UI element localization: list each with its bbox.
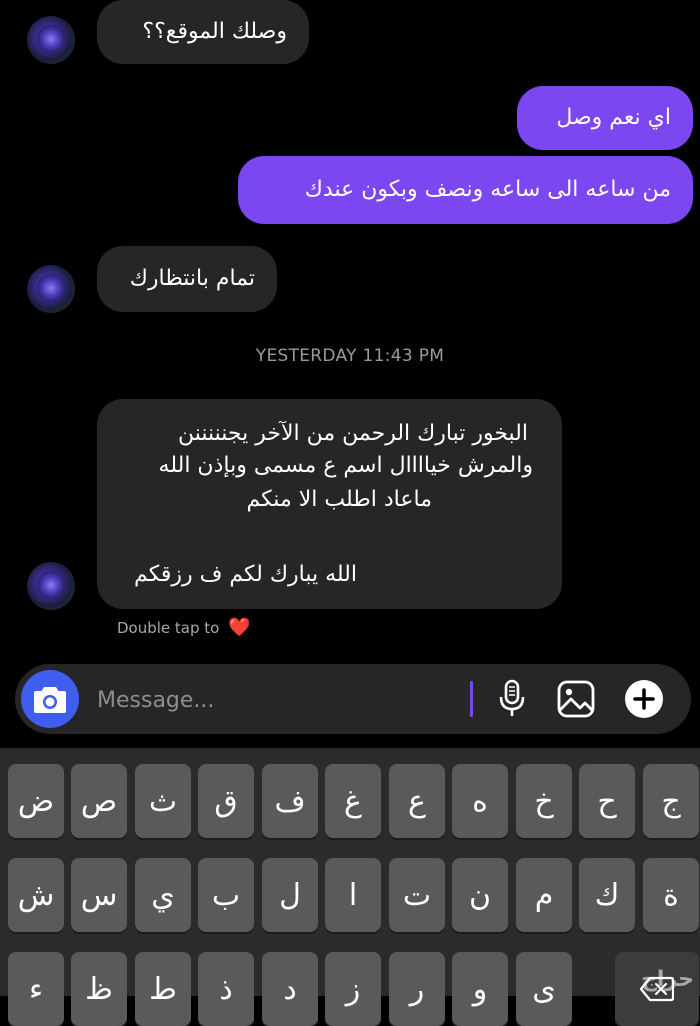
- keyboard-key[interactable]: ى: [516, 952, 572, 1026]
- keyboard-key[interactable]: س: [71, 858, 127, 932]
- microphone-icon: [499, 679, 525, 716]
- keyboard-key[interactable]: ف: [262, 764, 318, 838]
- message-input[interactable]: [95, 682, 459, 718]
- message-bubble-outgoing[interactable]: من ساعه الى ساعه ونصف وبكون عندك: [238, 156, 693, 224]
- plus-circle-icon: [625, 680, 663, 718]
- arabic-keyboard: ض ص ث ق ف غ ع ه خ ح ج ش س ي ب ل ا ت ن م …: [0, 748, 700, 1026]
- image-icon: [557, 680, 595, 718]
- keyboard-key[interactable]: ي: [135, 858, 191, 932]
- message-bubble-incoming[interactable]: وصلك الموقع؟؟: [97, 0, 309, 64]
- keyboard-key[interactable]: ج: [643, 764, 699, 838]
- heart-icon: ❤️: [228, 617, 251, 638]
- camera-icon: [34, 687, 66, 713]
- contact-avatar[interactable]: [27, 562, 75, 610]
- message-text: تمام بانتظارك: [129, 266, 255, 291]
- reaction-hint-text: Double tap to: [117, 619, 220, 637]
- keyboard-key[interactable]: ظ: [71, 952, 127, 1026]
- text-caret: [470, 681, 473, 717]
- keyboard-key[interactable]: غ: [325, 764, 381, 838]
- keyboard-key[interactable]: ل: [262, 858, 318, 932]
- message-line: الله يبارك لكم ف رزقكم: [134, 562, 357, 587]
- message-line: البخور تبارك الرحمن من الآخر يجنننننن: [177, 421, 528, 446]
- message-composer: [15, 664, 691, 734]
- microphone-button[interactable]: [492, 679, 532, 719]
- message-line: ماعاد اطلب الا منكم: [246, 487, 432, 512]
- reaction-hint: Double tap to ❤️: [117, 617, 251, 638]
- keyboard-key[interactable]: ش: [8, 858, 64, 932]
- message-bubble-incoming[interactable]: تمام بانتظارك: [97, 246, 277, 312]
- keyboard-key[interactable]: ص: [71, 764, 127, 838]
- message-text: اي نعم وصل: [556, 105, 671, 130]
- message-bubble-outgoing[interactable]: اي نعم وصل: [517, 86, 693, 150]
- keyboard-key[interactable]: خ: [516, 764, 572, 838]
- keyboard-key[interactable]: ث: [135, 764, 191, 838]
- keyboard-key[interactable]: ه: [452, 764, 508, 838]
- keyboard-key[interactable]: ك: [579, 858, 635, 932]
- keyboard-key[interactable]: ر: [389, 952, 445, 1026]
- gallery-button[interactable]: [556, 679, 596, 719]
- keyboard-key[interactable]: ق: [198, 764, 254, 838]
- message-text: وصلك الموقع؟؟: [142, 19, 287, 44]
- add-button[interactable]: [624, 679, 664, 719]
- keyboard-key[interactable]: ة: [643, 858, 699, 932]
- watermark-logo: حراج: [641, 967, 694, 992]
- contact-avatar[interactable]: [27, 265, 75, 313]
- keyboard-key[interactable]: د: [262, 952, 318, 1026]
- keyboard-key[interactable]: ح: [579, 764, 635, 838]
- keyboard-key[interactable]: ط: [135, 952, 191, 1026]
- keyboard-key[interactable]: ت: [389, 858, 445, 932]
- keyboard-key[interactable]: ن: [452, 858, 508, 932]
- message-bubble-incoming[interactable]: البخور تبارك الرحمن من الآخر يجنننننن وا…: [97, 399, 562, 609]
- keyboard-key[interactable]: ز: [325, 952, 381, 1026]
- keyboard-key[interactable]: ء: [8, 952, 64, 1026]
- keyboard-key[interactable]: ا: [325, 858, 381, 932]
- camera-button[interactable]: [21, 670, 79, 728]
- keyboard-key[interactable]: و: [452, 952, 508, 1026]
- contact-avatar[interactable]: [27, 16, 75, 64]
- keyboard-key[interactable]: ب: [198, 858, 254, 932]
- keyboard-key[interactable]: ض: [8, 764, 64, 838]
- keyboard-key[interactable]: ذ: [198, 952, 254, 1026]
- keyboard-key[interactable]: ع: [389, 764, 445, 838]
- keyboard-key[interactable]: م: [516, 858, 572, 932]
- message-text: من ساعه الى ساعه ونصف وبكون عندك: [304, 177, 671, 202]
- message-line: والمرش خياااال اسم ع مسمى وبإذن الله: [158, 453, 533, 478]
- timestamp: YESTERDAY 11:43 PM: [255, 346, 445, 366]
